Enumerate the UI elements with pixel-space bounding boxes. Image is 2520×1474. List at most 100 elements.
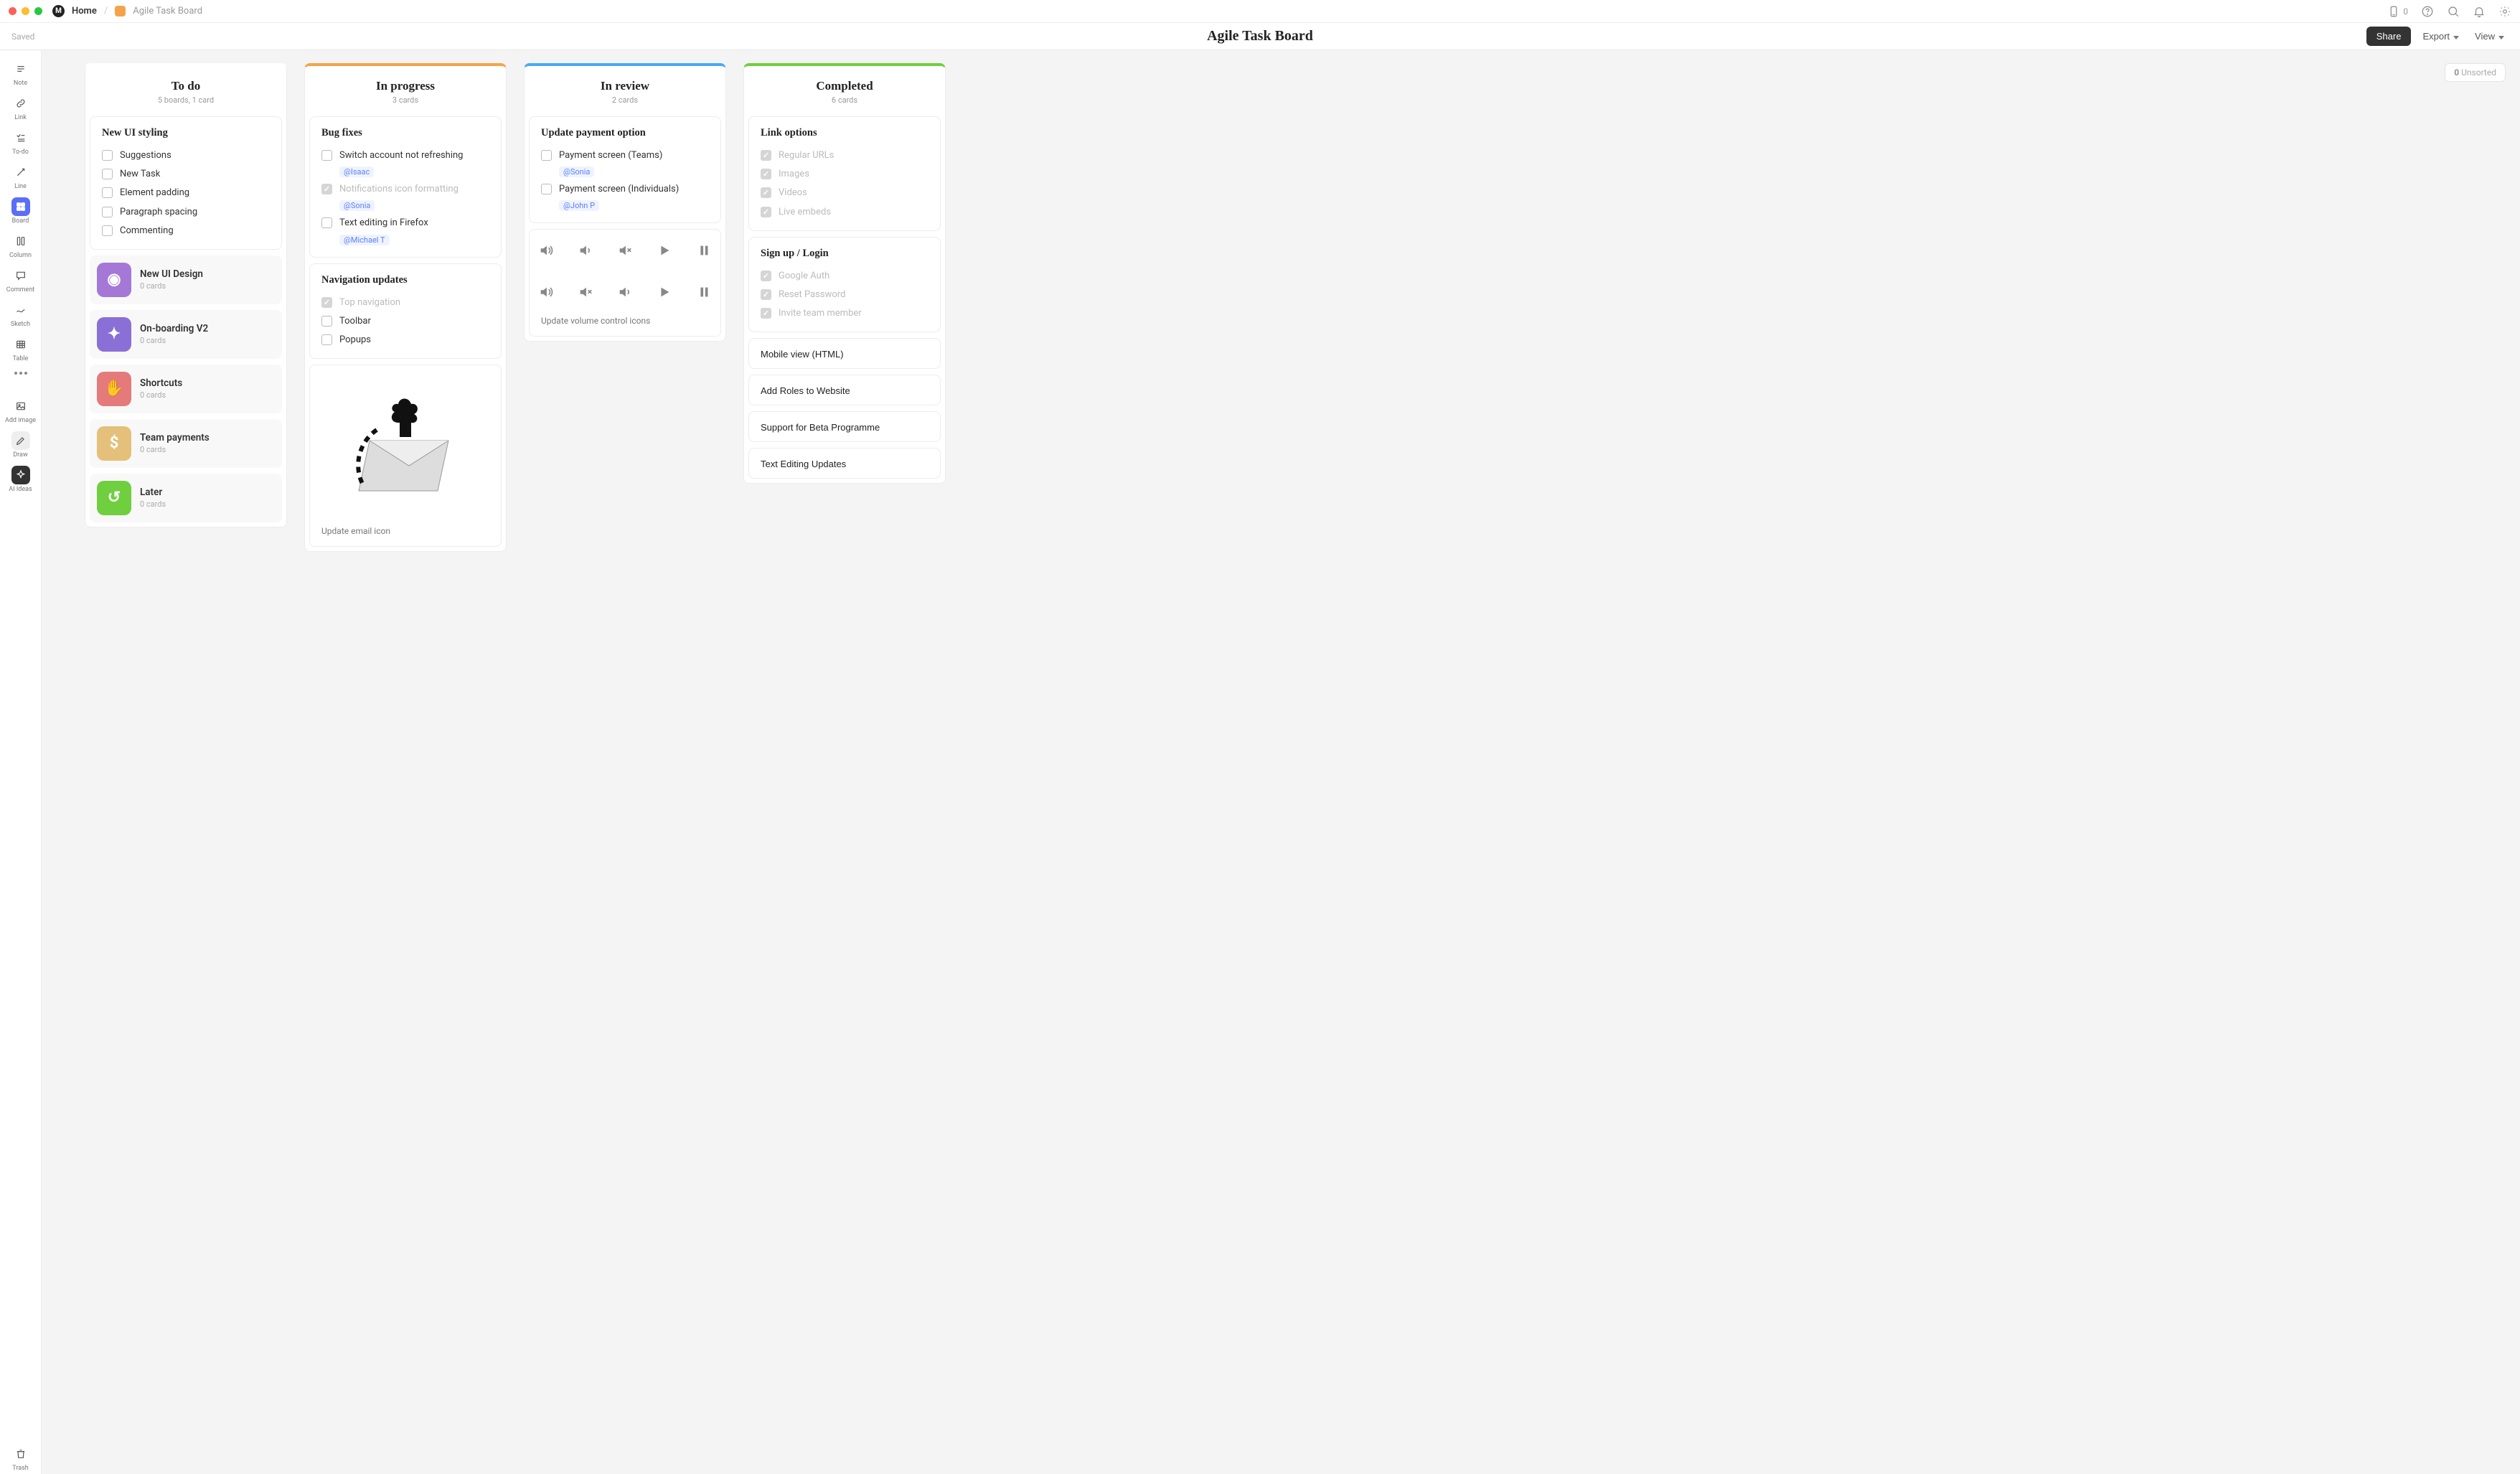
checkbox-icon[interactable] <box>321 217 332 228</box>
mention-tag[interactable]: @Sonia <box>339 200 489 211</box>
sidebar-item-table[interactable]: Table <box>3 333 39 365</box>
sidebar-item-sketch[interactable]: Sketch <box>3 299 39 330</box>
board-row[interactable]: ↺Later0 cards <box>90 474 282 522</box>
board-row[interactable]: $Team payments0 cards <box>90 419 282 468</box>
card-simple[interactable]: Mobile view (HTML) <box>748 338 941 369</box>
page-title[interactable]: Agile Task Board <box>1207 28 1313 44</box>
checklist-item[interactable]: Payment screen (Individuals) <box>541 180 709 199</box>
checklist-item[interactable]: Top navigation <box>321 294 489 312</box>
sidebar-item-column[interactable]: Column <box>3 230 39 261</box>
sidebar-item-line[interactable]: Line <box>3 161 39 192</box>
checklist-item[interactable]: New Task <box>102 165 270 184</box>
checklist-item[interactable]: Text editing in Firefox <box>321 214 489 233</box>
app-logo-icon[interactable]: M <box>52 5 65 17</box>
checklist-item[interactable]: Paragraph spacing <box>102 203 270 222</box>
board-row[interactable]: ✦On-boarding V20 cards <box>90 310 282 359</box>
canvas[interactable]: 0Unsorted To do5 boards, 1 cardNew UI st… <box>42 50 2520 1474</box>
checkbox-icon[interactable] <box>761 187 771 198</box>
column-title[interactable]: In review <box>533 79 717 93</box>
checkbox-icon[interactable] <box>321 334 332 345</box>
bell-icon[interactable] <box>2473 5 2486 18</box>
checklist-item[interactable]: Regular URLs <box>761 146 928 165</box>
checkbox-icon[interactable] <box>761 289 771 300</box>
checklist-text: New Task <box>120 168 270 181</box>
checkbox-icon[interactable] <box>102 169 113 179</box>
checkbox-icon[interactable] <box>102 187 113 198</box>
checkbox-icon[interactable] <box>541 184 552 194</box>
card-icons[interactable]: Update volume control icons <box>529 229 721 337</box>
checkbox-icon[interactable] <box>541 150 552 161</box>
sidebar-item-draw[interactable]: Draw <box>3 429 39 461</box>
checklist-item[interactable]: Element padding <box>102 184 270 202</box>
checklist-item[interactable]: Reset Password <box>761 286 928 304</box>
minimize-window-icon[interactable] <box>22 7 29 15</box>
checkbox-icon[interactable] <box>102 150 113 161</box>
sidebar-item-note[interactable]: Note <box>3 57 39 89</box>
checklist-item[interactable]: Switch account not refreshing <box>321 146 489 165</box>
help-icon[interactable] <box>2421 5 2434 18</box>
checklist-item[interactable]: Commenting <box>102 222 270 240</box>
checklist-item[interactable]: Popups <box>321 331 489 349</box>
board-row[interactable]: ◉New UI Design0 cards <box>90 255 282 304</box>
sidebar-item-trash[interactable]: Trash <box>3 1442 39 1474</box>
sidebar-item-link[interactable]: Link <box>3 92 39 123</box>
column-title[interactable]: To do <box>94 79 278 93</box>
gear-icon[interactable] <box>2498 5 2511 18</box>
card-illustration[interactable]: Update email icon <box>309 365 502 547</box>
breadcrumb-doc[interactable]: Agile Task Board <box>133 6 202 17</box>
mention-tag[interactable]: @Isaac <box>339 166 489 177</box>
sidebar-item-board[interactable]: Board <box>3 195 39 227</box>
checklist-item[interactable]: Payment screen (Teams) <box>541 146 709 165</box>
close-window-icon[interactable] <box>9 7 17 15</box>
unsorted-badge[interactable]: 0Unsorted <box>2445 63 2506 82</box>
share-button[interactable]: Share <box>2366 27 2412 46</box>
view-button[interactable]: View <box>2470 27 2509 46</box>
board-row[interactable]: ✋Shortcuts0 cards <box>90 365 282 413</box>
checklist-text: Toolbar <box>339 315 489 328</box>
checklist-item[interactable]: Images <box>761 165 928 184</box>
card-checklist[interactable]: Navigation updatesTop navigationToolbarP… <box>309 263 502 360</box>
mobile-icon[interactable] <box>2387 5 2400 18</box>
maximize-window-icon[interactable] <box>34 7 42 15</box>
mention-tag[interactable]: @Michael T <box>339 235 489 245</box>
card-checklist[interactable]: Update payment optionPayment screen (Tea… <box>529 116 721 223</box>
sidebar-item-add-image[interactable]: Add image <box>3 395 39 426</box>
card-checklist[interactable]: Sign up / LoginGoogle AuthReset Password… <box>748 237 941 333</box>
column-title[interactable]: In progress <box>314 79 497 93</box>
checklist-item[interactable]: Invite team member <box>761 304 928 323</box>
checkbox-icon[interactable] <box>102 225 113 236</box>
sidebar-item-comment[interactable]: Comment <box>3 264 39 296</box>
sidebar-more-icon[interactable] <box>10 367 32 379</box>
checklist-item[interactable]: Notifications icon formatting <box>321 180 489 199</box>
checkbox-icon[interactable] <box>321 297 332 308</box>
mention-tag[interactable]: @Sonia <box>559 166 709 177</box>
checkbox-icon[interactable] <box>321 184 332 194</box>
checklist-text: Paragraph spacing <box>120 206 270 219</box>
card-simple[interactable]: Add Roles to Website <box>748 375 941 405</box>
checkbox-icon[interactable] <box>321 150 332 161</box>
card-checklist[interactable]: Link optionsRegular URLsImagesVideosLive… <box>748 116 941 231</box>
mention-tag[interactable]: @John P <box>559 200 709 211</box>
search-icon[interactable] <box>2447 5 2460 18</box>
checkbox-icon[interactable] <box>761 150 771 161</box>
export-button[interactable]: Export <box>2418 27 2463 46</box>
checklist-item[interactable]: Live embeds <box>761 203 928 222</box>
card-simple[interactable]: Text Editing Updates <box>748 448 941 479</box>
checkbox-icon[interactable] <box>761 271 771 281</box>
sidebar-item-todo[interactable]: To-do <box>3 126 39 158</box>
checklist-item[interactable]: Google Auth <box>761 267 928 286</box>
checklist-item[interactable]: Toolbar <box>321 312 489 331</box>
checklist-item[interactable]: Videos <box>761 184 928 202</box>
sidebar-item-ai-ideas[interactable]: AI Ideas <box>3 464 39 495</box>
checkbox-icon[interactable] <box>761 207 771 217</box>
card-simple[interactable]: Support for Beta Programme <box>748 411 941 442</box>
breadcrumb-home[interactable]: Home <box>72 6 97 17</box>
column-title[interactable]: Completed <box>753 79 936 93</box>
checkbox-icon[interactable] <box>321 316 332 327</box>
card-checklist[interactable]: New UI stylingSuggestionsNew TaskElement… <box>90 116 282 250</box>
checkbox-icon[interactable] <box>761 169 771 179</box>
checkbox-icon[interactable] <box>761 308 771 319</box>
checkbox-icon[interactable] <box>102 207 113 217</box>
checklist-item[interactable]: Suggestions <box>102 146 270 165</box>
card-checklist[interactable]: Bug fixesSwitch account not refreshing@I… <box>309 116 502 258</box>
